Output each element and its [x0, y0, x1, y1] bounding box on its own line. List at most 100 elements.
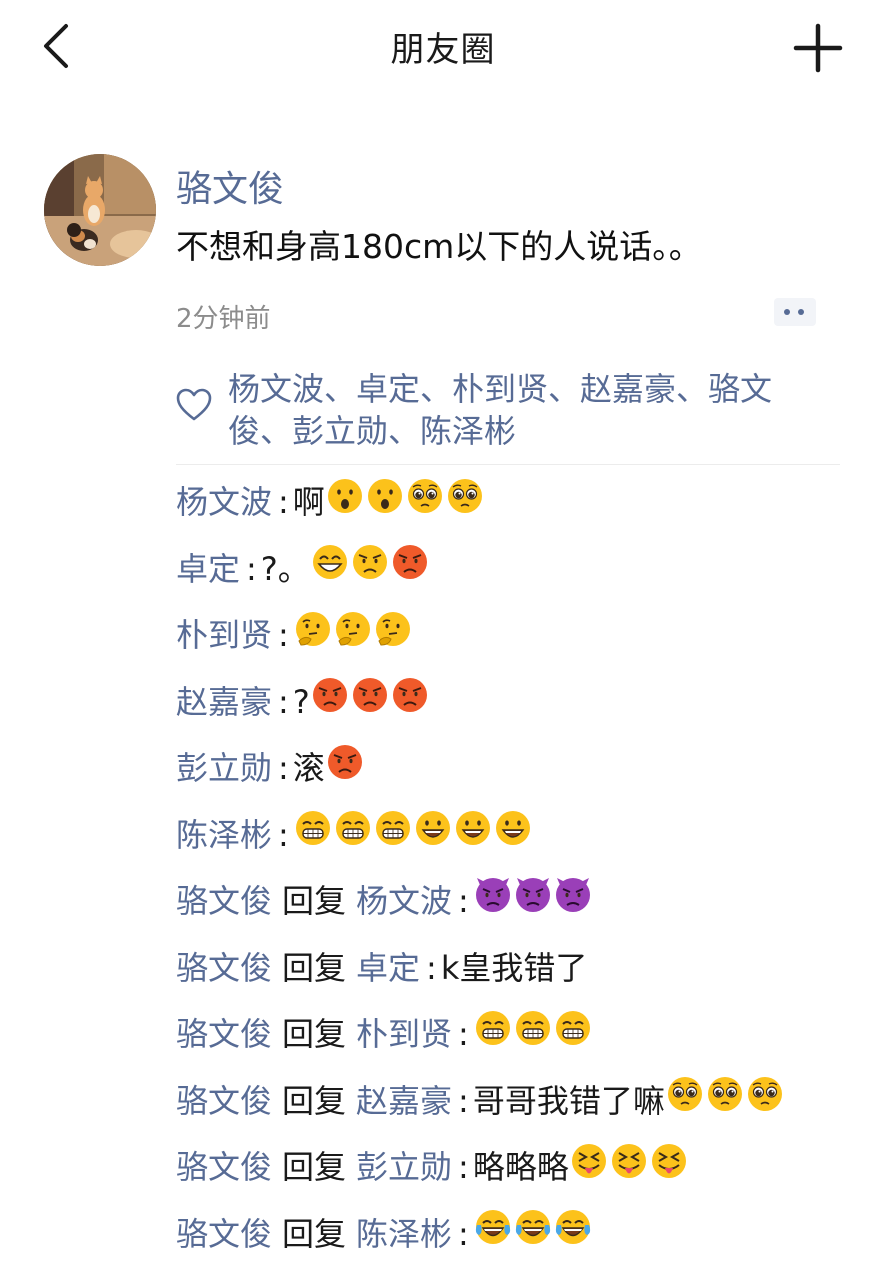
- comment-row[interactable]: 彭立勋: 滚: [176, 744, 866, 813]
- surprised-emoji-icon: [325, 476, 365, 527]
- reply-label: 回复: [282, 1015, 347, 1053]
- comment-author[interactable]: 骆文俊: [176, 949, 272, 987]
- grin-teeth-emoji-icon: [553, 1008, 593, 1059]
- comment-text: k皇我错了: [440, 948, 588, 987]
- reply-label: 回复: [282, 948, 347, 987]
- smiley-emoji-icon: [413, 808, 453, 859]
- pleading-emoji-icon: [445, 476, 485, 527]
- comment-author[interactable]: 朴到贤: [176, 616, 272, 654]
- angry-red-emoji-icon: [350, 675, 390, 726]
- comment-author[interactable]: 赵嘉豪: [176, 683, 272, 721]
- like-names-list[interactable]: 杨文波、卓定、朴到贤、赵嘉豪、骆文俊、彭立勋、陈泽彬: [228, 368, 828, 452]
- tears-of-joy-emoji-icon: [513, 1207, 553, 1258]
- author-avatar[interactable]: [44, 154, 156, 266]
- tongue-squint-emoji-icon: [569, 1141, 609, 1192]
- comment-author[interactable]: 彭立勋: [176, 749, 272, 787]
- grin-teeth-emoji-icon: [293, 808, 333, 859]
- angry-emoji-icon: [350, 542, 390, 593]
- comment-colon: :: [458, 1214, 469, 1253]
- grin-teeth-emoji-icon: [513, 1008, 553, 1059]
- comment-author[interactable]: 杨文波: [176, 483, 272, 521]
- angry-red-emoji-icon: [390, 675, 430, 726]
- comment-row[interactable]: 赵嘉豪:?: [176, 678, 866, 747]
- post-timestamp: 2分钟前: [176, 304, 271, 334]
- comment-author[interactable]: 骆文俊: [176, 1215, 272, 1253]
- surprised-emoji-icon: [365, 476, 405, 527]
- comment-row[interactable]: 骆文俊 回复 杨文波:: [176, 877, 866, 946]
- more-actions-button[interactable]: [774, 298, 816, 326]
- angry-red-emoji-icon: [390, 542, 430, 593]
- comment-row[interactable]: 骆文俊 回复 卓定: k皇我错了: [176, 946, 866, 1013]
- comment-row[interactable]: 杨文波: 啊: [176, 478, 866, 547]
- comment-row[interactable]: 陈泽彬:: [176, 811, 866, 880]
- pleading-emoji-icon: [705, 1074, 745, 1125]
- page-title: 朋友圈: [390, 30, 496, 70]
- reply-target[interactable]: 陈泽彬: [356, 1215, 452, 1253]
- comment-row[interactable]: 骆文俊 回复 朴到贤:: [176, 1010, 866, 1079]
- reply-target[interactable]: 彭立勋: [356, 1148, 452, 1186]
- angry-red-emoji-icon: [325, 742, 365, 793]
- comment-colon: :: [246, 549, 257, 588]
- comment-author[interactable]: 骆文俊: [176, 1015, 272, 1053]
- top-bar: 朋友圈: [0, 0, 886, 96]
- more-dots-icon: [784, 309, 790, 315]
- comment-text: ?。: [260, 549, 310, 588]
- pleading-emoji-icon: [405, 476, 445, 527]
- comment-row[interactable]: 骆文俊 回复 彭立勋: 略略略: [176, 1143, 866, 1212]
- thinking-emoji-icon: [333, 609, 373, 660]
- comment-text: 略略略: [472, 1148, 569, 1186]
- reply-target[interactable]: 朴到贤: [356, 1015, 452, 1053]
- comment-text: 啊: [292, 483, 325, 521]
- comment-author[interactable]: 骆文俊: [176, 882, 272, 920]
- reply-label: 回复: [282, 1148, 347, 1186]
- tears-of-joy-emoji-icon: [473, 1207, 513, 1258]
- reply-target[interactable]: 卓定: [356, 949, 420, 987]
- reply-label: 回复: [282, 882, 347, 920]
- comment-colon: :: [458, 882, 469, 920]
- more-dots-icon: [798, 309, 804, 315]
- thinking-emoji-icon: [293, 609, 333, 660]
- comment-row[interactable]: 卓定:?。: [176, 545, 866, 614]
- angry-red-emoji-icon: [310, 675, 350, 726]
- comment-colon: :: [458, 1015, 469, 1053]
- comment-colon: :: [458, 1081, 469, 1120]
- likes-divider: [176, 464, 840, 465]
- grin-teeth-emoji-icon: [473, 1008, 513, 1059]
- comment-text: 哥哥我错了嘛: [472, 1081, 665, 1120]
- comment-author[interactable]: 骆文俊: [176, 1082, 272, 1120]
- post-author-name[interactable]: 骆文俊: [176, 160, 284, 212]
- grin-teeth-emoji-icon: [333, 808, 373, 859]
- comment-colon: :: [458, 1148, 469, 1186]
- add-post-button[interactable]: [790, 20, 846, 76]
- smiley-emoji-icon: [493, 808, 533, 859]
- comment-author[interactable]: 卓定: [176, 550, 240, 588]
- pleading-emoji-icon: [665, 1074, 705, 1125]
- grin-smile-emoji-icon: [310, 542, 350, 593]
- comment-row[interactable]: 骆文俊 回复 赵嘉豪: 哥哥我错了嘛: [176, 1077, 866, 1146]
- reply-target[interactable]: 赵嘉豪: [356, 1082, 452, 1120]
- tongue-squint-emoji-icon: [649, 1141, 689, 1192]
- post-content: 不想和身高180cm以下的人说话。。: [176, 227, 702, 266]
- comment-colon: :: [278, 682, 289, 721]
- comment-author[interactable]: 骆文俊: [176, 1148, 272, 1186]
- comment-colon: :: [278, 483, 289, 521]
- comment-row[interactable]: 骆文俊 回复 陈泽彬:: [176, 1210, 866, 1279]
- comment-colon: :: [278, 616, 289, 654]
- comment-author[interactable]: 陈泽彬: [176, 816, 272, 854]
- comment-colon: :: [278, 815, 289, 854]
- tears-of-joy-emoji-icon: [553, 1207, 593, 1258]
- grin-teeth-emoji-icon: [373, 808, 413, 859]
- comment-row[interactable]: 朴到贤:: [176, 611, 866, 680]
- comment-text: 滚: [292, 749, 325, 787]
- plus-icon: [793, 23, 843, 73]
- cat-photo-avatar: [44, 154, 156, 266]
- comment-colon: :: [278, 749, 289, 787]
- thinking-emoji-icon: [373, 609, 413, 660]
- reply-target[interactable]: 杨文波: [356, 882, 452, 920]
- imp-emoji-icon: [473, 875, 513, 926]
- imp-emoji-icon: [513, 875, 553, 926]
- reply-label: 回复: [282, 1214, 347, 1253]
- tongue-squint-emoji-icon: [609, 1141, 649, 1192]
- smiley-emoji-icon: [453, 808, 493, 859]
- heart-outline-icon: [176, 388, 212, 421]
